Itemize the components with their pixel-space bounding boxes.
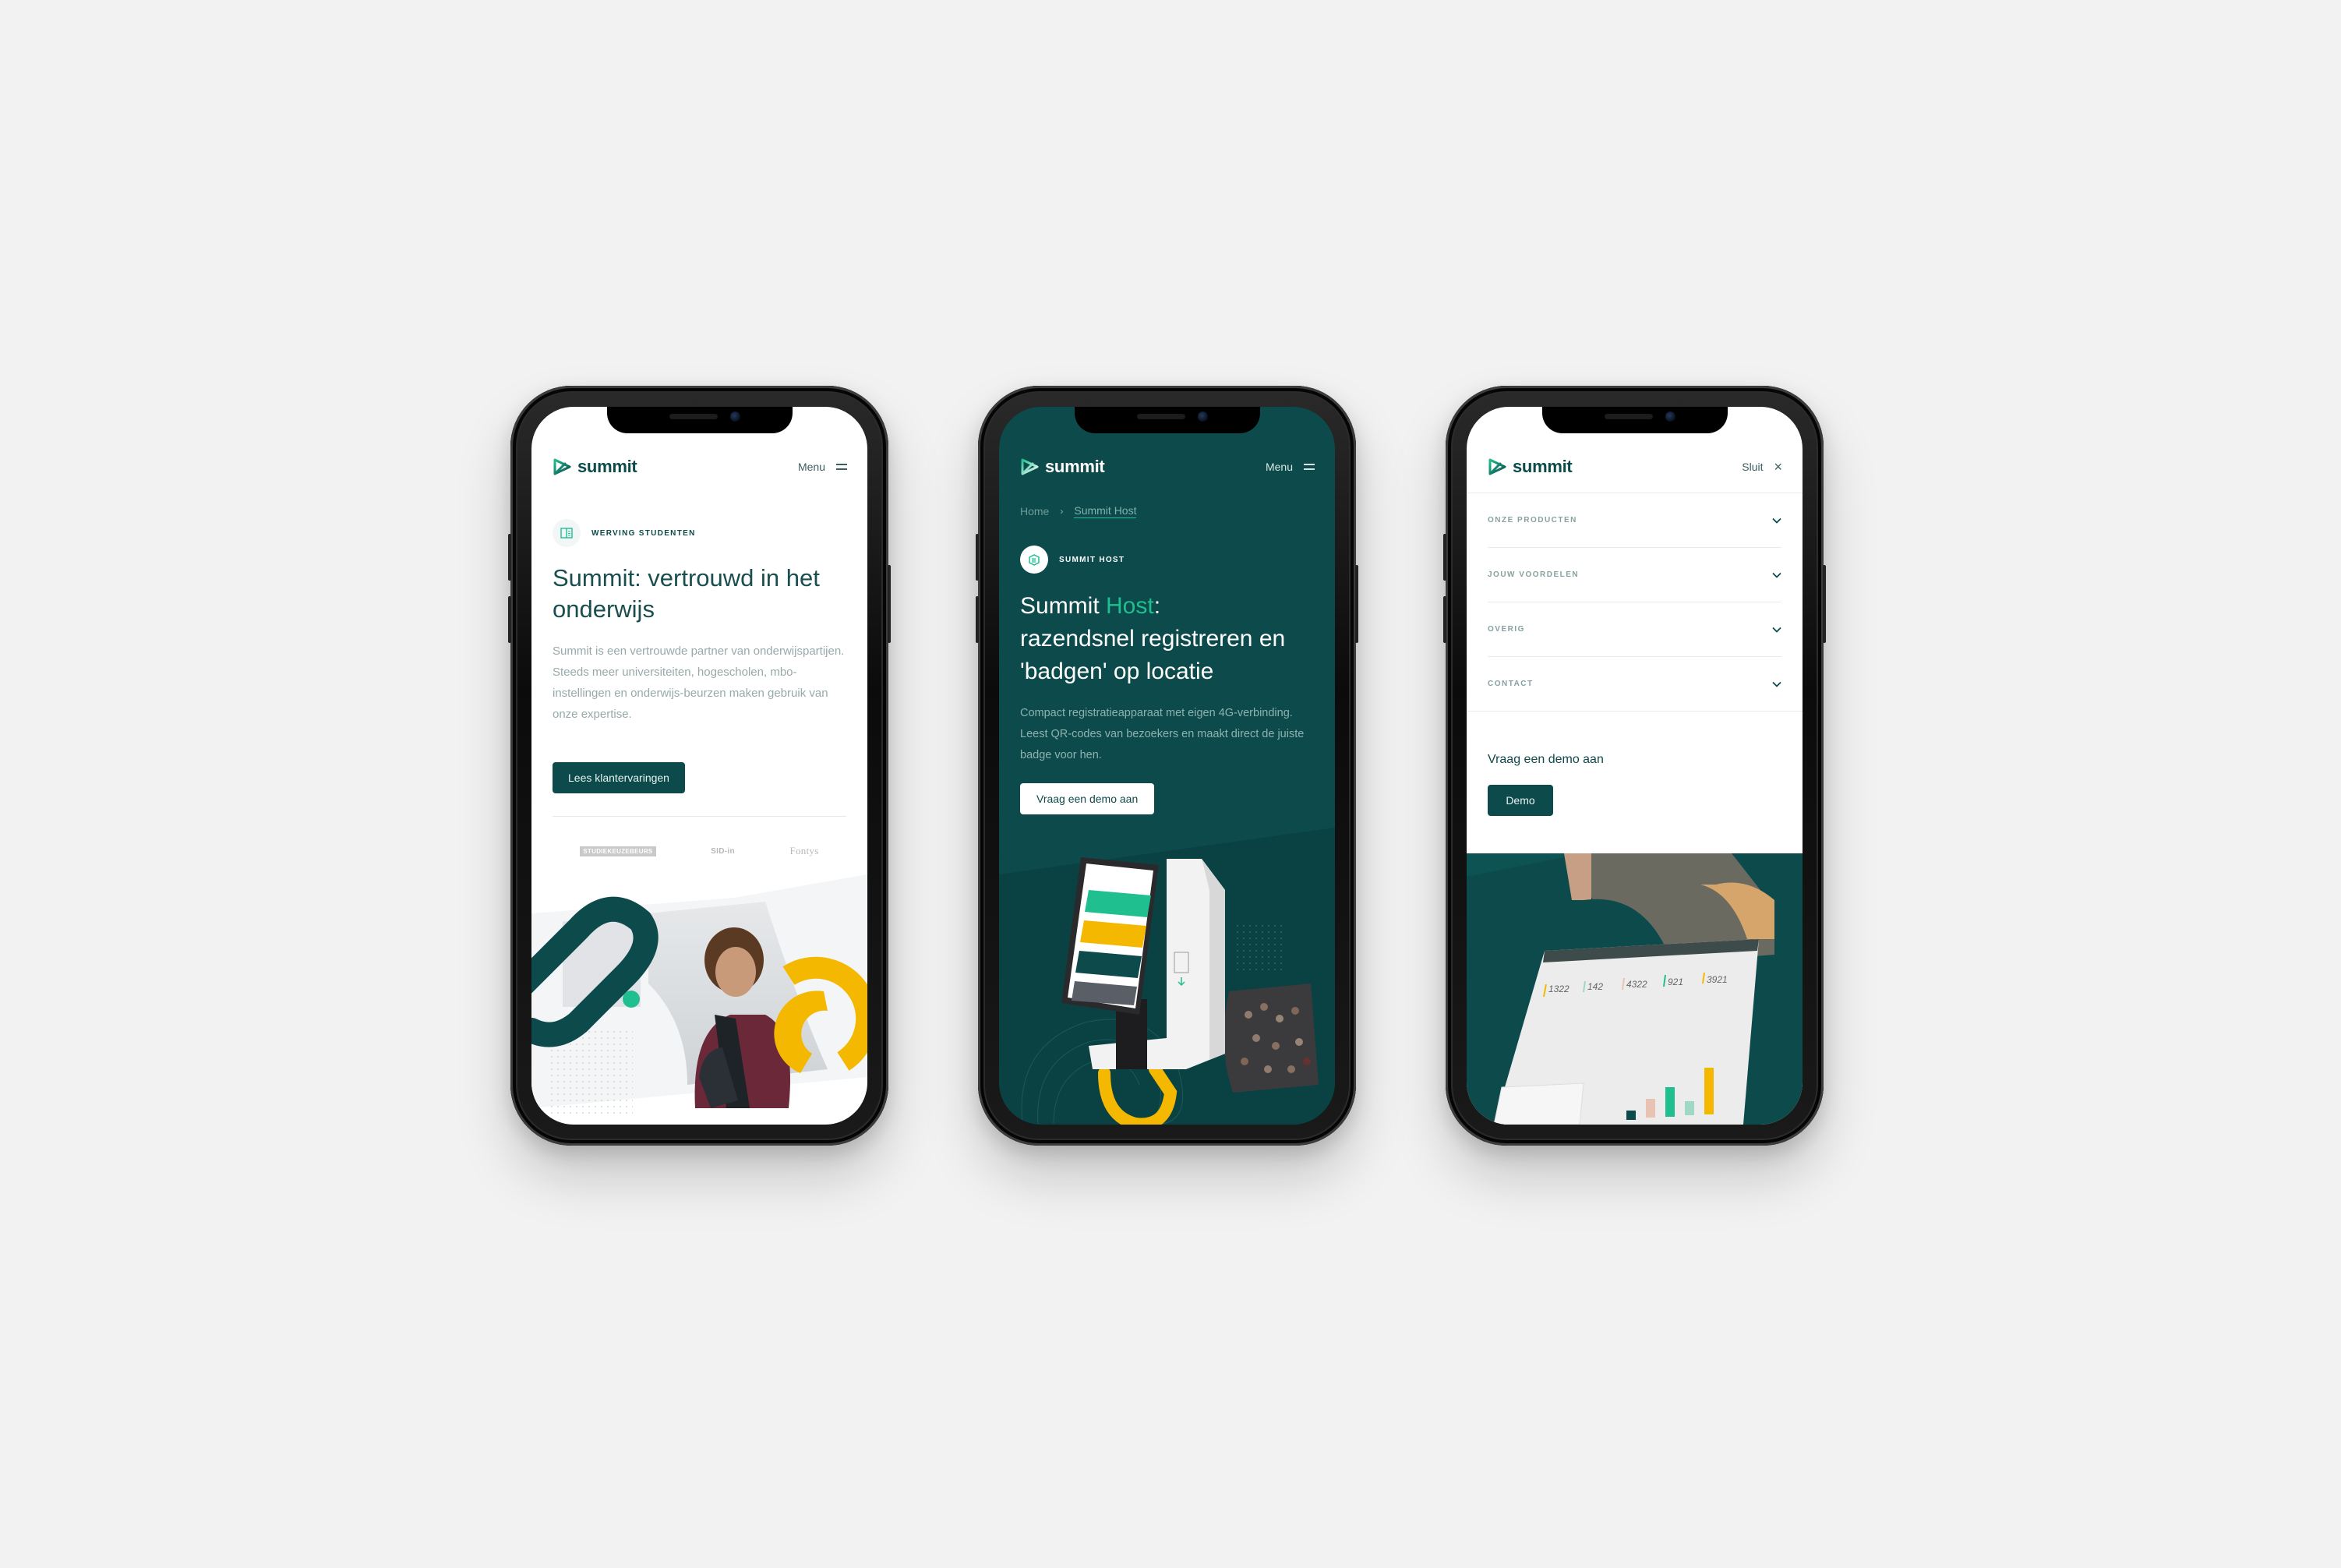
- volume-up-button: [976, 534, 979, 581]
- client-logo-fontys: Fontys: [789, 845, 819, 856]
- breadcrumb: Home › Summit Host: [1020, 504, 1137, 518]
- summit-logo[interactable]: summit: [1488, 457, 1573, 477]
- summit-logo-text: summit: [1513, 457, 1573, 476]
- summit-logo-text: summit: [1045, 457, 1105, 476]
- title-accent: Host: [1106, 593, 1154, 619]
- bar-3: [1665, 1087, 1675, 1117]
- summit-logo[interactable]: summit: [1020, 457, 1105, 477]
- phone-screen: summit Sluit × ONZE PRODUCTEN JOUW VOORD…: [1467, 407, 1803, 1125]
- client-logos: STUDIEKEUZEBEURS SID-in Fontys: [553, 845, 846, 857]
- close-menu-button[interactable]: Sluit ×: [1742, 460, 1782, 474]
- menu-label: Menu: [1265, 461, 1293, 473]
- menu-button[interactable]: Menu: [798, 461, 847, 473]
- stat-1: 1322: [1548, 984, 1569, 994]
- stat-5: 3921: [1707, 974, 1728, 985]
- power-button: [1823, 565, 1826, 643]
- page-title: Summit Host: razendsnel registreren en '…: [1020, 590, 1328, 688]
- category-tag: SUMMIT HOST: [1020, 546, 1125, 574]
- nav-label: ONZE PRODUCTEN: [1488, 516, 1577, 524]
- nav-item-overig[interactable]: OVERIG: [1488, 602, 1781, 657]
- chevron-down-icon: [1772, 517, 1781, 524]
- breadcrumb-current[interactable]: Summit Host: [1074, 504, 1137, 518]
- client-logo-studiekeuzebeurs: STUDIEKEUZEBEURS: [580, 846, 656, 856]
- hamburger-icon: [836, 464, 847, 470]
- phone-mockup-menu-open: summit Sluit × ONZE PRODUCTEN JOUW VOORD…: [1443, 386, 1826, 1146]
- bar-2: [1646, 1099, 1655, 1118]
- summit-logo-icon: [1021, 458, 1039, 475]
- nav-label: OVERIG: [1488, 625, 1525, 634]
- nav-label: CONTACT: [1488, 680, 1534, 688]
- summit-logo[interactable]: summit: [553, 457, 637, 477]
- demo-heading: Vraag een demo aan: [1488, 753, 1604, 766]
- phone-screen: summit Menu WERVING STUDENTEN Summit: ve…: [531, 407, 867, 1125]
- power-button: [1355, 565, 1358, 643]
- notch: [1541, 407, 1728, 433]
- notch: [1074, 407, 1260, 433]
- category-label: WERVING STUDENTEN: [591, 528, 696, 538]
- intro-paragraph: Summit is een vertrouwde partner van ond…: [553, 645, 845, 721]
- title-line-2: onderwijs: [553, 595, 655, 623]
- breadcrumb-home[interactable]: Home: [1020, 505, 1049, 517]
- book-icon: [553, 519, 581, 547]
- request-demo-button[interactable]: Vraag een demo aan: [1020, 783, 1155, 814]
- chevron-down-icon: [1772, 572, 1781, 578]
- client-logo-sid-in: SID-in: [711, 846, 735, 856]
- hamburger-icon: [1304, 464, 1315, 470]
- bar-5: [1704, 1068, 1714, 1114]
- title-suffix: :: [1153, 593, 1161, 619]
- stat-3: 4322: [1626, 979, 1647, 990]
- bar-4: [1685, 1101, 1694, 1115]
- section-divider: [553, 816, 846, 817]
- stat-2: 142: [1587, 981, 1603, 992]
- page-title: Summit: vertrouwd in het onderwijs: [553, 563, 853, 625]
- volume-down-button: [508, 596, 511, 643]
- crowd-photo: [1223, 984, 1319, 1093]
- chevron-down-icon: [1772, 627, 1781, 633]
- menu-button[interactable]: Menu: [1266, 461, 1315, 473]
- nav-item-contact[interactable]: CONTACT: [1467, 657, 1803, 712]
- title-line-2: razendsnel registreren en: [1020, 626, 1286, 652]
- category-tag: WERVING STUDENTEN: [553, 519, 696, 547]
- title-line-1: Summit: vertrouwd in het: [553, 564, 820, 592]
- read-testimonials-button[interactable]: Lees klantervaringen: [553, 762, 685, 793]
- summit-logo-text: summit: [577, 457, 637, 476]
- category-label: SUMMIT HOST: [1059, 555, 1125, 564]
- kiosk-icon: [1020, 546, 1048, 574]
- phone-mockup-werving-studenten: summit Menu WERVING STUDENTEN Summit: ve…: [508, 386, 891, 1146]
- bar-1: [1626, 1111, 1636, 1120]
- kiosk-illustration: [999, 812, 1335, 1125]
- notch: [606, 407, 793, 433]
- phone-mockup-summit-host: summit Menu Home › Summit Host SUMMIT HO…: [976, 386, 1358, 1146]
- volume-down-button: [1443, 596, 1446, 643]
- menu-label: Menu: [797, 461, 825, 473]
- summit-logo-icon: [1488, 458, 1506, 475]
- chevron-down-icon: [1772, 681, 1781, 687]
- nav-item-onze-producten[interactable]: ONZE PRODUCTEN: [1488, 493, 1781, 548]
- volume-up-button: [1443, 534, 1446, 581]
- close-label: Sluit: [1742, 461, 1764, 473]
- dashboard-screen: 1322 142 4322 921 3921: [1493, 939, 1759, 1125]
- volume-up-button: [508, 534, 511, 581]
- close-icon: ×: [1774, 459, 1782, 475]
- volume-down-button: [976, 596, 979, 643]
- nav-label: JOUW VOORDELEN: [1488, 570, 1580, 579]
- hero-illustration: [531, 874, 867, 1125]
- stat-4: 921: [1668, 976, 1683, 987]
- title-prefix: Summit: [1020, 593, 1107, 619]
- summit-logo-icon: [553, 458, 571, 475]
- intro-paragraph: Compact registratieapparaat met eigen 4G…: [1020, 707, 1305, 761]
- nav-item-jouw-voordelen[interactable]: JOUW VOORDELEN: [1488, 548, 1781, 602]
- title-line-3: 'badgen' op locatie: [1020, 659, 1214, 684]
- demo-button[interactable]: Demo: [1488, 785, 1553, 816]
- dashboard-illustration: 1322 142 4322 921 3921: [1467, 853, 1803, 1125]
- phone-screen: summit Menu Home › Summit Host SUMMIT HO…: [999, 407, 1335, 1125]
- chevron-right-icon: ›: [1060, 506, 1064, 517]
- power-button: [888, 565, 891, 643]
